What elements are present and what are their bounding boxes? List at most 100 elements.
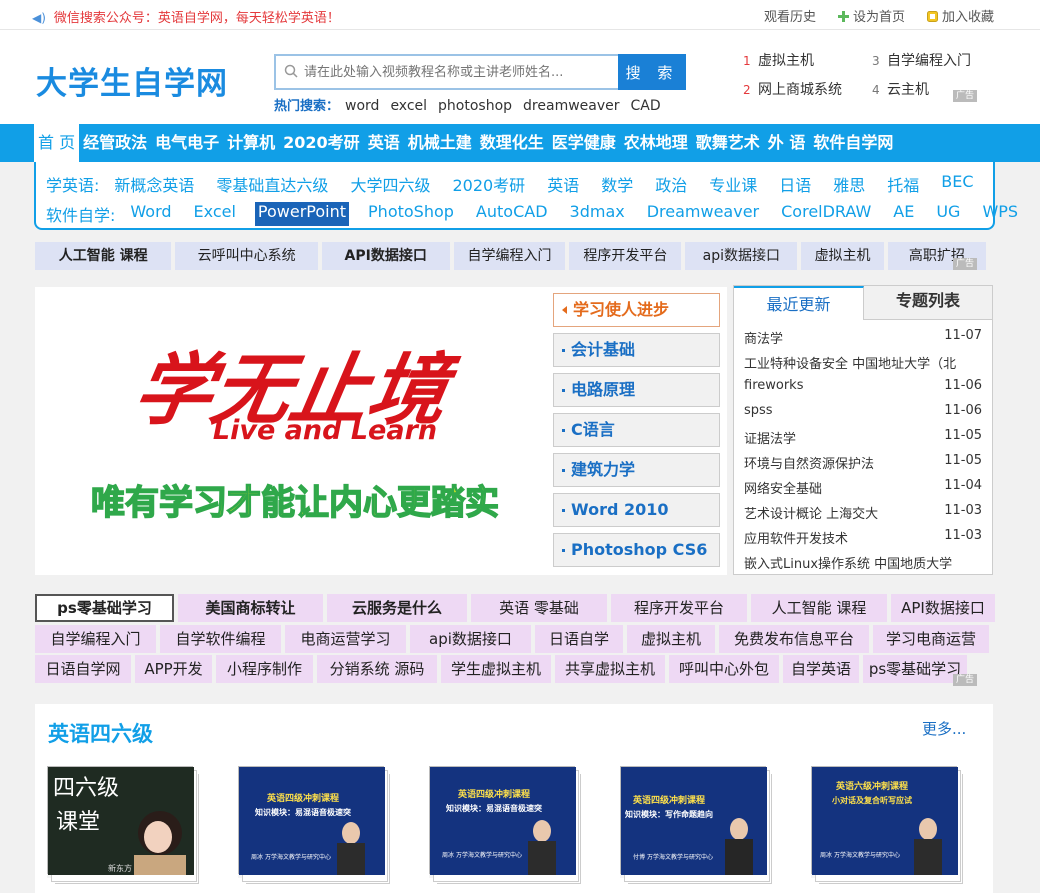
ad-link[interactable]: 人工智能 课程 <box>751 594 887 622</box>
more-link[interactable]: 更多... <box>922 718 966 739</box>
hot-keyword[interactable]: excel <box>390 98 427 114</box>
ad-link[interactable]: 虚拟主机 <box>801 242 884 270</box>
ad-link[interactable]: 分销系统 源码 <box>317 655 437 683</box>
subnav-item[interactable]: 政治 <box>652 172 690 196</box>
ad-link[interactable]: 日语自学 <box>535 625 623 653</box>
subnav-item[interactable]: 数学 <box>598 172 636 196</box>
nav-item[interactable]: 医学健康 <box>548 124 620 162</box>
tab-topic-list[interactable]: 专题列表 <box>864 286 992 320</box>
ad-link[interactable]: 自学软件编程 <box>160 625 281 653</box>
ad-link[interactable]: API数据接口 <box>891 594 995 622</box>
hot-keyword[interactable]: photoshop <box>438 98 512 114</box>
rank-item[interactable]: 4 云主机 <box>872 79 1002 99</box>
set-homepage-link[interactable]: 设为首页 <box>837 6 905 25</box>
nav-item[interactable]: 农林地理 <box>620 124 692 162</box>
hot-keyword[interactable]: CAD <box>631 98 661 114</box>
banner-tab[interactable]: 会计基础 <box>553 333 720 367</box>
nav-item[interactable]: 软件自学网 <box>809 124 897 162</box>
subnav-item[interactable]: PhotoShop <box>365 202 457 226</box>
ad-link[interactable]: API数据接口 <box>321 242 450 270</box>
ad-link[interactable]: 人工智能 课程 <box>35 242 172 270</box>
list-item[interactable]: 艺术设计概论 上海交大 11-03 <box>744 503 984 528</box>
rank-item[interactable]: 3 自学编程入门 <box>872 50 1002 70</box>
list-item[interactable]: 商法学 11-07 <box>744 328 984 353</box>
banner-tab[interactable]: Photoshop CS6 <box>553 533 720 567</box>
subnav-item[interactable]: Word <box>127 202 174 226</box>
nav-item[interactable]: 2020考研 <box>279 124 364 162</box>
subnav-item[interactable]: 雅思 <box>830 172 868 196</box>
subnav-item[interactable]: 3dmax <box>567 202 628 226</box>
ad-link[interactable]: 自学编程入门 <box>453 242 566 270</box>
list-item[interactable]: 网络安全基础 11-04 <box>744 478 984 503</box>
site-logo[interactable]: 大学生自学网 <box>36 58 228 103</box>
banner-tab[interactable]: C语言 <box>553 413 720 447</box>
ad-link[interactable]: api数据接口 <box>410 625 531 653</box>
add-favorite-link[interactable]: 加入收藏 <box>926 6 994 25</box>
ad-link[interactable]: 学生虚拟主机 <box>441 655 551 683</box>
search-button[interactable]: 搜 索 <box>618 54 686 90</box>
subnav-item[interactable]: Dreamweaver <box>644 202 762 226</box>
ad-link[interactable]: 呼叫中心外包 <box>669 655 779 683</box>
list-item[interactable]: 工业特种设备安全 中国地址大学（北 <box>744 353 984 378</box>
nav-item[interactable]: 经管政法 <box>79 124 151 162</box>
banner-tab[interactable]: 电路原理 <box>553 373 720 407</box>
wechat-notice[interactable]: ◀) 微信搜索公众号：英语自学网，每天轻松学英语！ <box>32 7 340 26</box>
course-thumbnail[interactable]: 四六级 课堂 新东方 <box>47 766 197 882</box>
ad-link[interactable]: APP开发 <box>135 655 212 683</box>
subnav-item[interactable]: 日语 <box>776 172 814 196</box>
nav-item[interactable]: 电气电子 <box>151 124 223 162</box>
rank-item[interactable]: 1 虚拟主机 <box>743 50 873 70</box>
hot-keyword[interactable]: word <box>345 98 379 114</box>
ad-link[interactable]: 英语 零基础 <box>471 594 607 622</box>
ad-link[interactable]: 日语自学网 <box>35 655 131 683</box>
tab-recent-updates[interactable]: 最近更新 <box>734 286 864 320</box>
subnav-item[interactable]: 大学四六级 <box>347 172 433 196</box>
nav-item[interactable]: 外 语 <box>764 124 810 162</box>
ad-link[interactable]: 虚拟主机 <box>627 625 715 653</box>
banner-tab[interactable]: Word 2010 <box>553 493 720 527</box>
rank-item[interactable]: 2 网上商城系统 <box>743 79 873 99</box>
course-thumbnail[interactable]: 英语四级冲刺课程 知识模块：易混语音极速突 周冰 万学海文教学与研究中心 <box>238 766 388 882</box>
ad-link[interactable]: 共享虚拟主机 <box>555 655 665 683</box>
subnav-item[interactable]: AE <box>890 202 917 226</box>
list-item[interactable]: fireworks 11-06 <box>744 378 984 403</box>
history-link[interactable]: 观看历史 <box>764 6 816 25</box>
list-item[interactable]: spss 11-06 <box>744 403 984 428</box>
nav-item[interactable]: 数理化生 <box>476 124 548 162</box>
ad-link[interactable]: 电商运营学习 <box>285 625 406 653</box>
search-input[interactable] <box>304 56 618 88</box>
nav-item-home[interactable]: 首 页 <box>34 124 80 162</box>
subnav-item[interactable]: AutoCAD <box>473 202 551 226</box>
ad-link[interactable]: 美国商标转让 <box>178 594 323 622</box>
list-item[interactable]: 证据法学 11-05 <box>744 428 984 453</box>
nav-item[interactable]: 英语 <box>364 124 404 162</box>
ad-link[interactable]: api数据接口 <box>685 242 798 270</box>
banner-tab[interactable]: 建筑力学 <box>553 453 720 487</box>
subnav-item[interactable]: WPS <box>979 202 1021 226</box>
section-title[interactable]: 英语四六级 <box>48 718 153 748</box>
nav-item[interactable]: 歌舞艺术 <box>692 124 764 162</box>
ad-link[interactable]: 小程序制作 <box>216 655 313 683</box>
ad-link[interactable]: 自学编程入门 <box>35 625 156 653</box>
ad-link[interactable]: 学习电商运营 <box>873 625 989 653</box>
subnav-item[interactable]: 英语 <box>544 172 582 196</box>
ad-link[interactable]: ps零基础学习 <box>35 594 174 622</box>
subnav-item-selected[interactable]: PowerPoint <box>254 202 350 226</box>
nav-item[interactable]: 计算机 <box>223 124 279 162</box>
banner-tab-active[interactable]: 学习使人进步 <box>553 293 720 327</box>
ad-link[interactable]: 云呼叫中心系统 <box>175 242 318 270</box>
nav-item[interactable]: 机械土建 <box>404 124 476 162</box>
course-thumbnail[interactable]: 英语四级冲刺课程 知识模块：写作命题趋向 付博 万学海文教学与研究中心 <box>620 766 770 882</box>
course-thumbnail[interactable]: 英语四级冲刺课程 知识模块：易混语音极速突 周冰 万学海文教学与研究中心 <box>429 766 579 882</box>
ad-link[interactable]: ps零基础学习 <box>863 655 967 683</box>
ad-link[interactable]: 免费发布信息平台 <box>719 625 869 653</box>
banner-slide[interactable]: 学无止境 Live and Learn 唯有学习才能让内心更踏实 <box>40 293 548 569</box>
ad-link[interactable]: 云服务是什么 <box>327 594 467 622</box>
subnav-item[interactable]: 专业课 <box>706 172 760 196</box>
list-item[interactable]: 嵌入式Linux操作系统 中国地质大学 <box>744 553 984 573</box>
subnav-item[interactable]: 零基础直达六级 <box>213 172 331 196</box>
subnav-item[interactable]: CorelDRAW <box>778 202 874 226</box>
ad-link[interactable]: 自学英语 <box>783 655 859 683</box>
list-item[interactable]: 应用软件开发技术 11-03 <box>744 528 984 553</box>
hot-keyword[interactable]: dreamweaver <box>523 98 619 114</box>
